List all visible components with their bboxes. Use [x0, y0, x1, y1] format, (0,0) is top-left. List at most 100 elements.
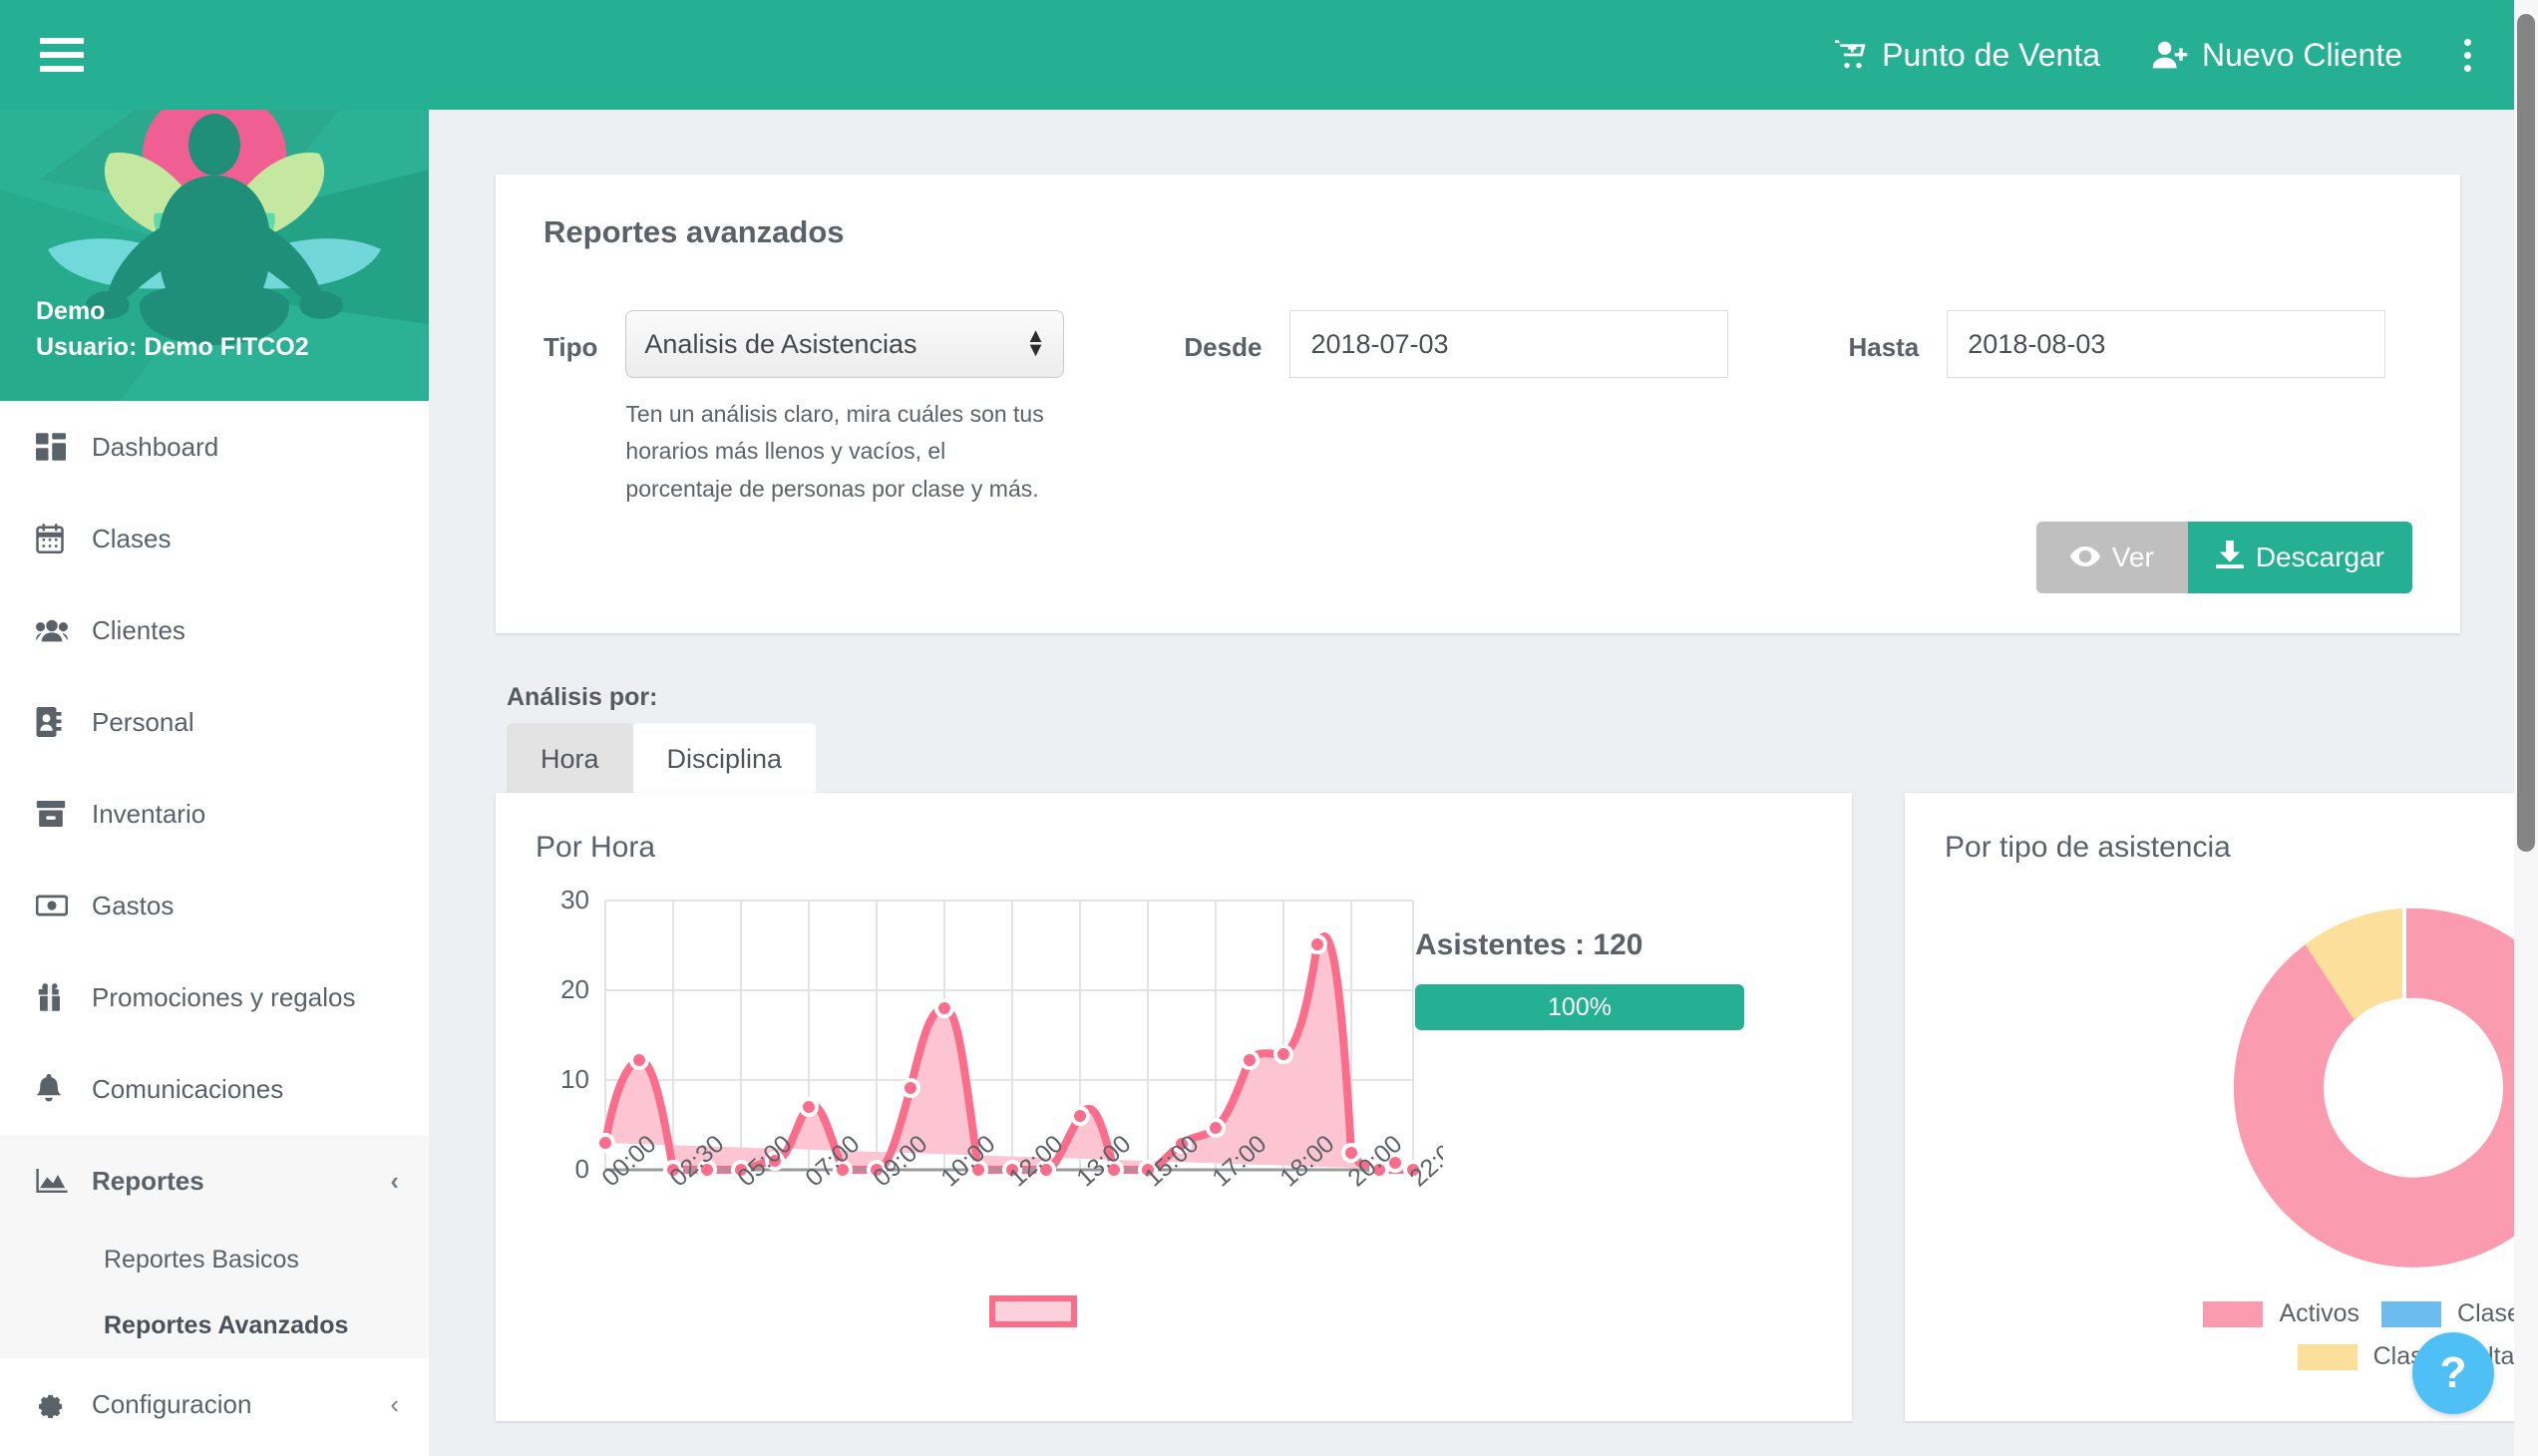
- tipo-field-group: Tipo Analisis de Asistencias ▲ ▼ Ten un a…: [544, 310, 1065, 508]
- sidebar-subitem-reportes-basicos[interactable]: Reportes Basicos: [0, 1227, 429, 1292]
- hasta-label: Hasta: [1848, 332, 1920, 362]
- donut-chart-body: Activos Clase Prueba Clase Suelta: [1945, 875, 2523, 1403]
- brand-text-block: Demo Usuario: Demo FITCO2: [36, 293, 309, 366]
- sidebar-item-clientes[interactable]: Clientes: [0, 584, 429, 676]
- top-navigation-bar: Punto de Venta Nuevo Cliente: [0, 0, 2523, 110]
- desde-label: Desde: [1184, 332, 1263, 362]
- nuevo-cliente-label: Nuevo Cliente: [2202, 36, 2402, 73]
- hamburger-icon[interactable]: [40, 38, 84, 72]
- por-hora-card: Por Hora 30 20 10 0 00:00 02:30 05:00 07…: [496, 793, 1852, 1421]
- asistentes-count: Asistentes : 120: [1415, 928, 1643, 961]
- svg-text:30: 30: [560, 889, 589, 914]
- brand-name: Demo: [36, 296, 106, 325]
- brand-header: Demo Usuario: Demo FITCO2: [0, 110, 429, 401]
- por-tipo-asistencia-card: Por tipo de asistencia Activos Clase Pru…: [1905, 793, 2523, 1421]
- user-plus-icon: [2152, 39, 2188, 71]
- tipo-help-text: Ten un análisis claro, mira cuáles son t…: [625, 401, 1044, 502]
- legend-color-activos: [2203, 1300, 2264, 1327]
- brand-user: Usuario: Demo FITCO2: [36, 332, 309, 361]
- users-icon: [36, 617, 82, 643]
- sidebar-item-dashboard[interactable]: Dashboard: [0, 401, 429, 493]
- sidebar-item-label: Dashboard: [92, 431, 219, 462]
- por-hora-title: Por Hora: [536, 831, 656, 864]
- contact-book-icon: [36, 707, 82, 737]
- y-axis-labels: 30 20 10 0: [560, 889, 589, 1184]
- nuevo-cliente-button[interactable]: Nuevo Cliente: [2152, 37, 2402, 74]
- tab-hora[interactable]: Hora: [507, 723, 633, 795]
- gear-icon: [36, 1390, 82, 1418]
- legend-color-clase-prueba: [2381, 1300, 2442, 1327]
- por-tipo-asistencia-title: Por tipo de asistencia: [1945, 831, 2231, 864]
- tab-hora-label: Hora: [541, 743, 599, 774]
- hasta-input[interactable]: [1947, 310, 2386, 378]
- sidebar-item-comunicaciones[interactable]: Comunicaciones: [0, 1043, 429, 1135]
- sidebar-item-label: Promociones y regalos: [92, 981, 356, 1012]
- calendar-icon: [36, 524, 82, 553]
- attendance-type-donut-chart: [2233, 908, 2523, 1268]
- reportes-subnav: Reportes Basicos Reportes Avanzados: [0, 1227, 429, 1358]
- sidebar-item-personal[interactable]: Personal: [0, 676, 429, 768]
- hourly-attendance-area-chart: 30 20 10 0 00:00 02:30 05:00 07:00 09:00…: [560, 889, 1443, 1192]
- legend-item-activos[interactable]: Activos: [2203, 1299, 2359, 1328]
- area-chart-icon: [36, 1169, 82, 1193]
- sidebar-item-label: Configuracion: [92, 1388, 252, 1419]
- cart-plus-icon: [1834, 39, 1868, 71]
- page-title: Reportes avanzados: [544, 214, 845, 249]
- kebab-menu-icon[interactable]: [2454, 35, 2481, 76]
- ver-button[interactable]: Ver: [2035, 522, 2188, 593]
- tab-disciplina-label: Disciplina: [666, 743, 783, 774]
- help-button[interactable]: ?: [2412, 1332, 2494, 1414]
- chevron-left-icon: ‹: [390, 1388, 399, 1419]
- legend-item-clase-prueba[interactable]: Clase Prueba: [2381, 1299, 2523, 1328]
- por-hora-chart-body: 30 20 10 0 00:00 02:30 05:00 07:00 09:00…: [536, 889, 1812, 1407]
- sidebar-item-label: Inventario: [92, 798, 206, 829]
- attendance-stats: Asistentes : 120 100%: [1415, 928, 1804, 1030]
- tipo-label: Tipo: [544, 332, 598, 362]
- descargar-button[interactable]: Descargar: [2187, 522, 2412, 593]
- sidebar-subitem-label: Reportes Avanzados: [104, 1310, 349, 1339]
- desde-input[interactable]: [1289, 310, 1729, 378]
- sidebar-item-promociones-y-regalos[interactable]: Promociones y regalos: [0, 951, 429, 1043]
- sidebar-item-inventario[interactable]: Inventario: [0, 768, 429, 860]
- analysis-tabs: Hora Disciplina: [507, 723, 817, 795]
- sidebar-subitem-reportes-avanzados[interactable]: Reportes Avanzados: [0, 1292, 429, 1358]
- sidebar-subitem-label: Reportes Basicos: [104, 1245, 299, 1274]
- sidebar-item-label: Clases: [92, 523, 172, 553]
- main-content: Reportes avanzados Tipo Analisis de Asis…: [429, 110, 2523, 1456]
- tab-disciplina[interactable]: Disciplina: [632, 723, 817, 795]
- sidebar-item-label: Clientes: [92, 614, 185, 645]
- punto-de-venta-button[interactable]: Punto de Venta: [1834, 37, 2100, 74]
- tipo-select[interactable]: Analisis de Asistencias ▲ ▼: [625, 310, 1065, 378]
- punto-de-venta-label: Punto de Venta: [1882, 36, 2100, 73]
- hasta-field-group: Hasta: [1848, 310, 2386, 378]
- tipo-select-value: Analisis de Asistencias: [644, 328, 917, 359]
- sidebar-item-reportes[interactable]: Reportes ‹: [0, 1135, 429, 1227]
- sidebar-item-clases[interactable]: Clases: [0, 493, 429, 584]
- sidebar-item-label: Personal: [92, 706, 194, 737]
- report-filters-row: Tipo Analisis de Asistencias ▲ ▼ Ten un a…: [544, 310, 2412, 508]
- ver-label: Ver: [2111, 542, 2154, 572]
- topbar-actions: Punto de Venta Nuevo Cliente: [1834, 35, 2523, 76]
- bell-icon: [36, 1074, 82, 1104]
- scrollbar-thumb[interactable]: [2517, 14, 2535, 852]
- download-icon: [2215, 540, 2244, 575]
- desde-field-group: Desde: [1184, 310, 1729, 378]
- sidebar-item-label: Comunicaciones: [92, 1073, 284, 1104]
- sidebar-item-label: Reportes: [92, 1165, 204, 1196]
- donut-legend-row-1: Activos Clase Prueba: [2203, 1299, 2523, 1328]
- sidebar-item-gastos[interactable]: Gastos: [0, 860, 429, 951]
- analisis-por-label: Análisis por:: [507, 683, 658, 711]
- chevron-updown-icon: ▲ ▼: [1025, 325, 1046, 361]
- legend-color-clase-suelta: [2297, 1343, 2357, 1370]
- eye-icon: [2069, 542, 2100, 573]
- sidebar-item-configuracion[interactable]: Configuracion ‹: [0, 1358, 429, 1450]
- reportes-avanzados-card: Reportes avanzados Tipo Analisis de Asis…: [496, 175, 2460, 633]
- svg-text:10: 10: [560, 1064, 589, 1094]
- sidebar: Demo Usuario: Demo FITCO2 Dashboard Clas…: [0, 110, 429, 1456]
- chart-legend-swatch: [989, 1295, 1077, 1327]
- progress-label: 100%: [1548, 992, 1612, 1021]
- question-mark-icon: ?: [2439, 1348, 2467, 1397]
- sidebar-nav: Dashboard Clases Clientes Personal Inven…: [0, 401, 429, 1450]
- svg-text:20: 20: [560, 974, 589, 1004]
- tipo-select-wrap: Analisis de Asistencias ▲ ▼ Ten un anális…: [625, 310, 1065, 508]
